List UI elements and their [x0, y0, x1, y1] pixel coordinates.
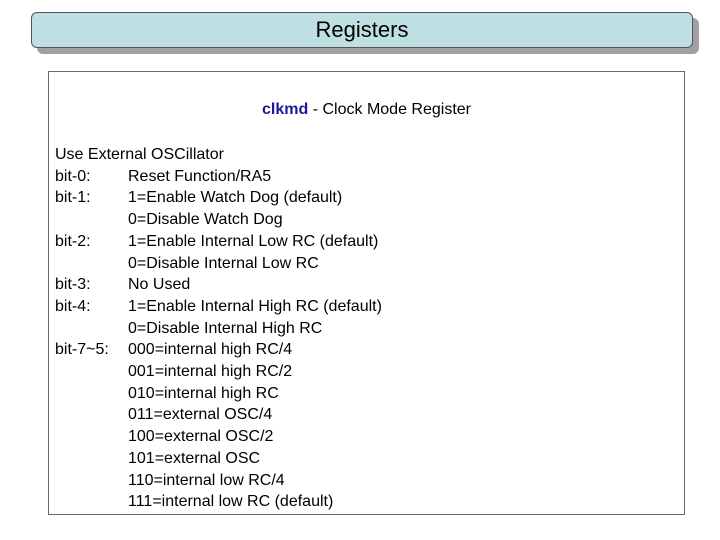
- bit-label: [55, 209, 128, 231]
- bit-value: Reset Function/RA5: [128, 167, 272, 185]
- bit-row: bit-2: 1=Enable Internal Low RC (default): [55, 231, 382, 253]
- heading-separator: -: [308, 101, 323, 118]
- bit-value: 0=Disable Internal Low RC: [128, 254, 319, 272]
- bit-value: 1=Enable Watch Dog (default): [128, 189, 343, 207]
- bit-row: 100=external OSC/2: [55, 426, 382, 448]
- bit-label: [55, 448, 128, 470]
- bit-row: bit-7~5: 000=internal high RC/4: [55, 339, 382, 361]
- bit-value: 1=Enable Internal High RC (default): [128, 297, 382, 315]
- bit-label: bit-2:: [55, 232, 91, 250]
- bit-label: bit-3:: [55, 276, 91, 294]
- bit-label: [55, 318, 128, 340]
- bit-value: 110=internal low RC/4: [128, 471, 285, 489]
- bit-label: bit-4:: [55, 297, 91, 315]
- bit-row: 001=internal high RC/2: [55, 361, 382, 383]
- register-heading: clkmd - Clock Mode Register: [49, 101, 684, 119]
- bit-value: 1=Enable Internal Low RC (default): [128, 232, 379, 250]
- bit-value: 101=external OSC: [128, 449, 261, 467]
- bit-label: [55, 426, 128, 448]
- bit-label: [55, 253, 128, 275]
- bit-row: 011=external OSC/4: [55, 404, 382, 426]
- bit-value: 100=external OSC/2: [128, 428, 274, 446]
- bit-label: [55, 383, 128, 405]
- bit-row: 101=external OSC: [55, 448, 382, 470]
- bit-label: bit-0:: [55, 167, 91, 185]
- bit-label: [55, 404, 128, 426]
- register-description: Clock Mode Register: [322, 101, 471, 118]
- bit-row: 0=Disable Watch Dog: [55, 209, 382, 231]
- bit-value: 0=Disable Watch Dog: [128, 211, 283, 229]
- bit-value: 000=internal high RC/4: [128, 341, 293, 359]
- intro-line: Use External OSCillator: [55, 146, 224, 163]
- bit-row: bit-4: 1=Enable Internal High RC (default…: [55, 296, 382, 318]
- bit-row: bit-1: 1=Enable Watch Dog (default): [55, 187, 382, 209]
- bit-value: 011=external OSC/4: [128, 406, 273, 424]
- bit-value: 010=internal high RC: [128, 384, 279, 402]
- bit-value: No Used: [128, 276, 191, 294]
- bit-row: 0=Disable Internal Low RC: [55, 253, 382, 275]
- bit-value: 111=internal low RC (default): [128, 493, 334, 511]
- bit-row: 010=internal high RC: [55, 383, 382, 405]
- bit-label: [55, 361, 128, 383]
- bit-label: bit-7~5:: [55, 341, 109, 359]
- bit-label: [55, 491, 128, 513]
- bit-row: 110=internal low RC/4: [55, 470, 382, 492]
- register-name: clkmd: [262, 101, 309, 118]
- slide-title: Registers: [31, 12, 693, 48]
- content-box: clkmd - Clock Mode Register Use External…: [48, 71, 685, 515]
- bit-label: bit-1:: [55, 189, 91, 207]
- bit-row: 0=Disable Internal High RC: [55, 318, 382, 340]
- bit-value: 001=internal high RC/2: [128, 363, 293, 381]
- bit-row: bit-3: No Used: [55, 274, 382, 296]
- bit-value: 0=Disable Internal High RC: [128, 319, 323, 337]
- bit-row: 111=internal low RC (default): [55, 491, 382, 513]
- bit-label: [55, 470, 128, 492]
- bit-description-list: Use External OSCillator bit-0: Reset Func…: [55, 144, 382, 513]
- bit-row: bit-0: Reset Function/RA5: [55, 166, 382, 188]
